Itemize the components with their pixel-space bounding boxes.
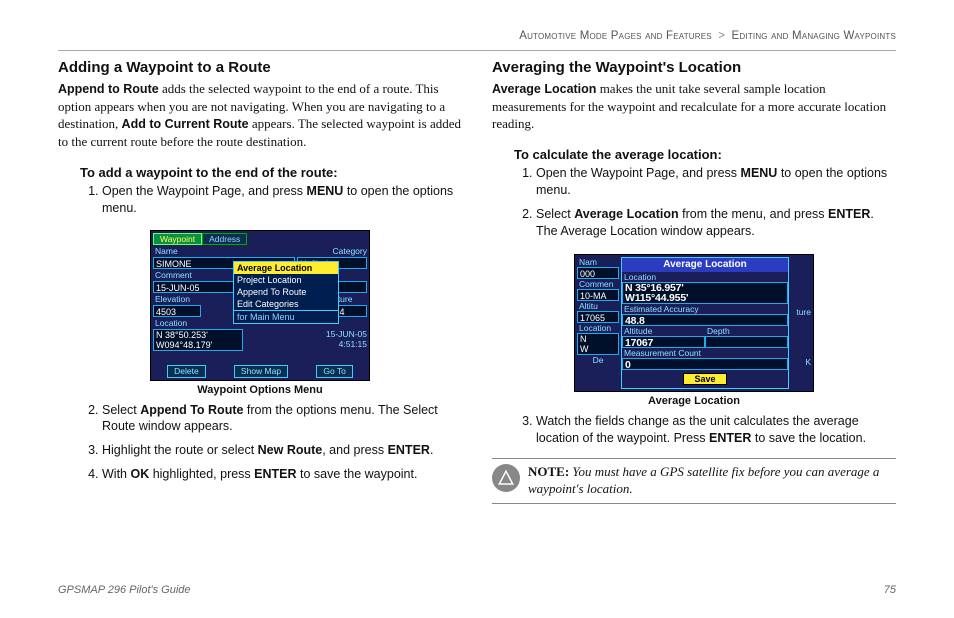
left-column: Adding a Waypoint to a Route Append to R… xyxy=(58,59,462,574)
note-block: NOTE: You must have a GPS satellite fix … xyxy=(492,458,896,504)
footer-title: GPSMAP 296 Pilot's Guide xyxy=(58,584,191,596)
left-steps-cont: Select Append To Route from the options … xyxy=(102,402,462,491)
shot2-caption: Average Location xyxy=(492,395,896,407)
right-step-2: Select Average Location from the menu, a… xyxy=(536,206,890,240)
header-rule xyxy=(58,50,896,51)
breadcrumb-sep: > xyxy=(718,30,725,42)
left-intro: Append to Route adds the selected waypoi… xyxy=(58,80,462,151)
average-location-screenshot: Nam 000 Commen 10-MA Altitu 17065 Locati… xyxy=(492,252,896,407)
note-icon xyxy=(492,464,520,492)
left-step-1: Open the Waypoint Page, and press MENU t… xyxy=(102,183,456,217)
menu-average-location: Average Location xyxy=(234,262,338,274)
left-proc-heading: To add a waypoint to the end of the rout… xyxy=(80,165,462,180)
menu-project-location: Project Location xyxy=(234,274,338,286)
left-step-3: Highlight the route or select New Route,… xyxy=(102,442,456,459)
tab-waypoint: Waypoint xyxy=(153,233,202,245)
bold-avg-location: Average Location xyxy=(492,82,596,96)
waypoint-options-screenshot: Waypoint Address Name Category SIMONE Un… xyxy=(58,230,462,396)
shot2-save: Save xyxy=(683,373,726,385)
left-heading: Adding a Waypoint to a Route xyxy=(58,59,462,76)
shot1-showmap: Show Map xyxy=(234,365,288,378)
right-intro: Average Location makes the unit take sev… xyxy=(492,80,896,133)
shot2-title: Average Location xyxy=(622,258,788,272)
shot1-caption: Waypoint Options Menu xyxy=(58,384,462,396)
page-number: 75 xyxy=(884,584,896,596)
options-popup: Average Location Project Location Append… xyxy=(233,261,339,324)
right-proc-heading: To calculate the average location: xyxy=(514,147,896,162)
right-steps-cont: Watch the fields change as the unit calc… xyxy=(536,413,896,454)
right-heading: Averaging the Waypoint's Location xyxy=(492,59,896,76)
right-step-1: Open the Waypoint Page, and press MENU t… xyxy=(536,165,890,199)
menu-edit-categories: Edit Categories xyxy=(234,298,338,310)
shot1-goto: Go To xyxy=(316,365,353,378)
left-steps: Open the Waypoint Page, and press MENU t… xyxy=(102,183,462,224)
right-step-3: Watch the fields change as the unit calc… xyxy=(536,413,890,447)
shot1-delete: Delete xyxy=(167,365,206,378)
breadcrumb-section-b: Editing and Managing Waypoints xyxy=(732,30,896,42)
note-text: NOTE: You must have a GPS satellite fix … xyxy=(528,464,896,498)
left-step-2: Select Append To Route from the options … xyxy=(102,402,456,436)
bold-append: Append to Route xyxy=(58,82,159,96)
menu-main-hint: for Main Menu xyxy=(234,310,338,323)
footer: GPSMAP 296 Pilot's Guide 75 xyxy=(58,574,896,596)
left-step-4: With OK highlighted, press ENTER to save… xyxy=(102,466,456,483)
breadcrumb: Automotive Mode Pages and Features > Edi… xyxy=(58,30,896,42)
bold-addcurrent: Add to Current Route xyxy=(122,117,249,131)
tab-address: Address xyxy=(202,233,247,245)
menu-append-to-route: Append To Route xyxy=(234,286,338,298)
breadcrumb-section-a: Automotive Mode Pages and Features xyxy=(519,30,712,42)
right-steps: Open the Waypoint Page, and press MENU t… xyxy=(536,165,896,247)
right-column: Averaging the Waypoint's Location Averag… xyxy=(492,59,896,574)
